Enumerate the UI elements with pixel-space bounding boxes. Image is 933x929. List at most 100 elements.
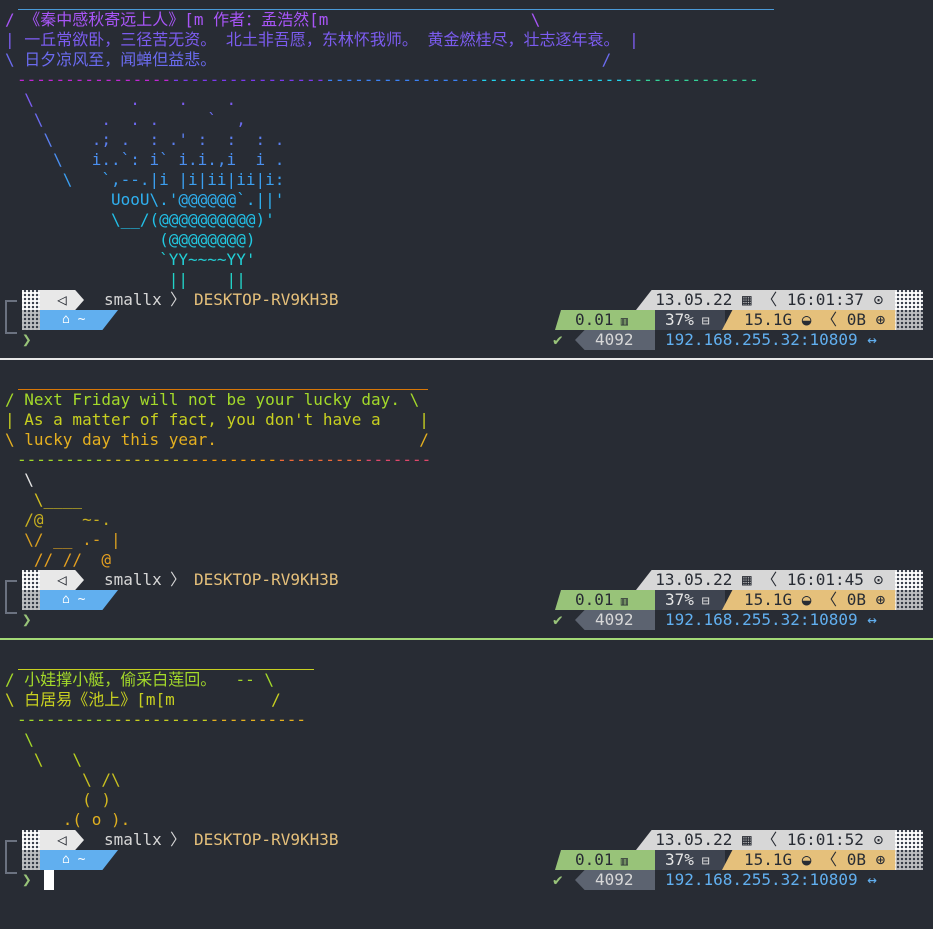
dither-block-left-2 <box>22 850 40 870</box>
ip-address-value: 192.168.255.32:10809 <box>665 870 858 889</box>
date-time-segment: 13.05.22 ▦ 〈 16:01:37 ⊙ <box>636 290 896 310</box>
dither-block-left-2 <box>22 590 40 610</box>
ascii-art-line: \ \ <box>5 750 83 769</box>
swap-value: 0B <box>846 590 866 609</box>
load-segment: 0.01 ▥ <box>555 590 655 610</box>
block-separator <box>0 638 933 640</box>
prompt-hostname: DESKTOP-RV9KH3B <box>194 570 339 589</box>
ascii-art-line: .( o ). <box>5 810 131 829</box>
load-segment: 0.01 ▥ <box>555 850 655 870</box>
prompt-arrow: ❯ <box>22 610 32 629</box>
dash-segment: ---------- <box>209 710 306 729</box>
time-value: 16:01:52 <box>786 830 864 849</box>
dash-segment: ---------------- <box>479 70 634 89</box>
history-segment: 4092 <box>575 330 655 350</box>
home-dir-segment[interactable]: ⌂ ~ <box>40 850 118 870</box>
date-time-segment: 13.05.22 ▦ 〈 16:01:52 ⊙ <box>636 830 896 850</box>
ip-address-segment: 192.168.255.32:10809 ↔ <box>665 610 877 630</box>
ram-percent-segment: 37% ⊟ <box>655 590 725 610</box>
chevron-right-icon: 〉 <box>170 830 187 849</box>
memory-icon: ⊟ <box>693 314 710 329</box>
memory-icon: ⊟ <box>693 594 710 609</box>
date-value: 13.05.22 <box>636 290 733 309</box>
dither-block-right <box>895 830 923 850</box>
dither-block-right <box>895 570 923 590</box>
swap-icon: ◒ 〈 <box>792 590 847 609</box>
disk-icon: ⊕ <box>865 850 886 869</box>
ascii-art-line: \ . . . ` , <box>5 110 246 129</box>
prompt-username: smallx <box>104 830 162 849</box>
home-icon: ⌂ <box>62 312 78 327</box>
ram-free-value: 15.1G <box>744 850 793 869</box>
network-icon: ↔ <box>857 870 877 889</box>
history-segment: 4092 <box>575 870 655 890</box>
linux-icon: ◁ <box>40 830 84 850</box>
ascii-art-line: \ i..`: i` i.i.,i i . <box>5 150 285 169</box>
ascii-art-line: \ <box>5 730 34 749</box>
text-cursor[interactable] <box>44 870 54 890</box>
ascii-art-line: \ .; . : .' : : : . <box>5 130 285 149</box>
network-icon: ↔ <box>857 610 877 629</box>
current-directory: ~ <box>77 312 86 327</box>
ascii-art-line: // // @ <box>5 550 111 569</box>
ram-percent-value: 37% <box>665 590 694 609</box>
dash-segment: --------- <box>103 450 191 469</box>
home-icon: ⌂ <box>62 852 78 867</box>
ascii-art-line: \ /\ <box>5 770 121 789</box>
time-value: 16:01:37 <box>786 290 864 309</box>
swap-value: 0B <box>846 850 866 869</box>
calendar-icon: ▦ 〈 <box>732 830 787 849</box>
home-dir-segment[interactable]: ⌂ ~ <box>40 310 118 330</box>
dash-segment: ---------- <box>17 710 114 729</box>
status-check-icon: ✔ <box>553 870 563 889</box>
speech-bubble-line: / 《秦中感秋寄远上人》[m 作者：孟浩然[m \ <box>5 10 541 29</box>
dash-segment: ------------- <box>633 70 759 89</box>
clock-icon: ⊙ <box>863 570 884 589</box>
calendar-icon: ▦ 〈 <box>732 570 787 589</box>
dash-segment: --------- <box>277 450 364 469</box>
disk-icon: ⊕ <box>865 590 886 609</box>
speech-bubble-bottom-border: ----------------------------------------… <box>17 450 431 470</box>
ip-address-value: 192.168.255.32:10809 <box>665 330 858 349</box>
ram-free-segment: 15.1G ◒ 〈 0B ⊕ <box>722 310 896 330</box>
ascii-art-line: ( ) <box>5 790 111 809</box>
calendar-icon: ▦ 〈 <box>732 290 787 309</box>
chart-icon: ▥ <box>613 314 628 328</box>
history-segment: 4092 <box>575 610 655 630</box>
chart-icon: ▥ <box>613 594 628 608</box>
home-icon: ⌂ <box>62 592 78 607</box>
chart-icon: ▥ <box>613 854 628 868</box>
dash-segment: --------- <box>190 450 278 469</box>
prompt-username: smallx <box>104 290 162 309</box>
ram-free-value: 15.1G <box>744 310 793 329</box>
dash-segment: ---------------- <box>171 70 326 89</box>
ram-free-segment: 15.1G ◒ 〈 0B ⊕ <box>722 850 896 870</box>
ascii-art-line: \ . . . <box>5 90 237 109</box>
dither-block-left <box>22 290 40 310</box>
chevron-right-icon: 〉 <box>170 290 187 309</box>
speech-bubble-line: | 一丘常欲卧，三径苦无资。 北土非吾愿，东林怀我师。 黄金燃桂尽，壮志逐年衰。… <box>5 30 639 49</box>
ascii-art-line: `YY~~~~YY' <box>5 250 256 269</box>
ip-address-segment: 192.168.255.32:10809 ↔ <box>665 870 877 890</box>
ascii-art-line: /@ ~-. <box>5 510 111 529</box>
clock-icon: ⊙ <box>863 830 884 849</box>
dither-block-right-2 <box>895 590 923 610</box>
prompt-frame-icon <box>5 300 17 334</box>
ascii-art-line: \/ __ .- | <box>5 530 121 549</box>
disk-icon: ⊕ <box>865 310 886 329</box>
ascii-art-line: \ `,--.|i |i|ii|ii|i: <box>5 170 285 189</box>
swap-value: 0B <box>846 310 866 329</box>
home-dir-segment[interactable]: ⌂ ~ <box>40 590 118 610</box>
dither-block-left <box>22 570 40 590</box>
date-value: 13.05.22 <box>636 570 733 589</box>
ip-address-value: 192.168.255.32:10809 <box>665 610 858 629</box>
load-segment: 0.01 ▥ <box>555 310 655 330</box>
ascii-art-line: \ <box>5 470 34 489</box>
time-value: 16:01:45 <box>786 570 864 589</box>
dash-segment: ---------- <box>113 710 210 729</box>
speech-bubble-bottom-border: ----------------------------------------… <box>17 70 759 90</box>
prompt-frame-icon <box>5 580 17 614</box>
dither-block-right-2 <box>895 310 923 330</box>
speech-bubble-bottom-border: ------------------------------ <box>17 710 306 730</box>
memory-icon: ⊟ <box>693 854 710 869</box>
